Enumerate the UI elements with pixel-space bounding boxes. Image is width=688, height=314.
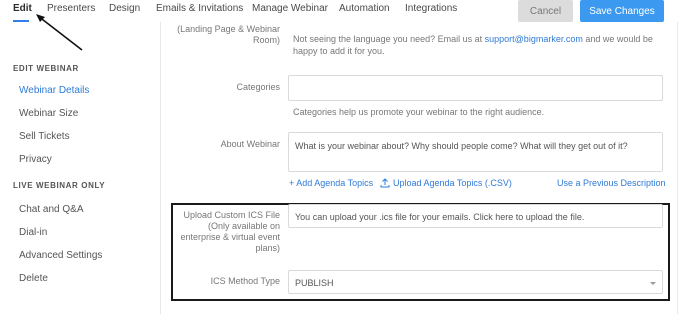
ics-file-label-line-2: (Only available on <box>207 221 280 231</box>
language-label: (Landing Page & Webinar Room) <box>177 24 280 46</box>
top-navigation: Edit Presenters Design Emails & Invitati… <box>0 0 688 22</box>
sidebar-item-sell-tickets[interactable]: Sell Tickets <box>19 131 70 142</box>
ics-file-label-line-4: plans) <box>255 243 280 253</box>
language-help: Not seeing the language you need? Email … <box>293 33 653 57</box>
tab-integrations[interactable]: Integrations <box>405 3 457 14</box>
sidebar-section-live-webinar-only: LIVE WEBINAR ONLY <box>13 181 106 190</box>
add-agenda-topics-link[interactable]: + Add Agenda Topics <box>289 178 373 188</box>
tab-automation[interactable]: Automation <box>339 3 390 14</box>
ics-file-upload-text: You can upload your .ics file for your e… <box>295 212 585 222</box>
language-label-line-2: Room) <box>252 35 280 45</box>
sidebar: EDIT WEBINAR Webinar Details Webinar Siz… <box>0 22 160 314</box>
categories-input[interactable] <box>288 75 663 101</box>
sidebar-section-edit-webinar: EDIT WEBINAR <box>13 64 79 73</box>
sidebar-item-webinar-details[interactable]: Webinar Details <box>19 85 89 96</box>
ics-file-label-line-1: Upload Custom ICS File <box>183 210 280 220</box>
upload-icon <box>380 178 390 188</box>
categories-label: Categories <box>236 82 280 92</box>
support-email-link[interactable]: support@bigmarker.com <box>485 34 583 44</box>
ics-method-select[interactable]: PUBLISH <box>288 270 663 294</box>
language-help-text-2: and we would be <box>585 34 653 44</box>
tab-emails-invitations[interactable]: Emails & Invitations <box>156 3 243 14</box>
language-help-line-1: Not seeing the language you need? Email … <box>293 33 653 45</box>
cancel-button[interactable]: Cancel <box>518 0 573 22</box>
about-webinar-placeholder: What is your webinar about? Why should p… <box>295 141 628 151</box>
ics-method-value: PUBLISH <box>295 278 334 288</box>
language-label-line-1: (Landing Page & Webinar <box>177 24 280 34</box>
about-webinar-textarea[interactable]: What is your webinar about? Why should p… <box>288 132 663 172</box>
ics-file-label-line-3: enterprise & virtual event <box>180 232 280 242</box>
about-webinar-label: About Webinar <box>220 139 280 149</box>
ics-method-label: ICS Method Type <box>210 276 280 286</box>
tab-design[interactable]: Design <box>109 3 140 14</box>
sidebar-item-advanced-settings[interactable]: Advanced Settings <box>19 250 102 261</box>
sidebar-item-chat-qa[interactable]: Chat and Q&A <box>19 204 83 215</box>
save-changes-button[interactable]: Save Changes <box>580 0 664 22</box>
categories-help: Categories help us promote your webinar … <box>293 107 545 117</box>
language-help-line-2: happy to add it for you. <box>293 46 385 56</box>
language-help-text: Not seeing the language you need? Email … <box>293 34 483 44</box>
ics-file-upload-field[interactable]: You can upload your .ics file for your e… <box>288 204 663 228</box>
chevron-down-icon <box>650 282 656 285</box>
sidebar-item-delete[interactable]: Delete <box>19 273 48 284</box>
upload-agenda-topics-link[interactable]: Upload Agenda Topics (.CSV) <box>393 178 512 188</box>
sidebar-item-webinar-size[interactable]: Webinar Size <box>19 108 78 119</box>
sidebar-item-privacy[interactable]: Privacy <box>19 154 52 165</box>
sidebar-item-dial-in[interactable]: Dial-in <box>19 227 47 238</box>
ics-file-label: Upload Custom ICS File (Only available o… <box>180 210 280 254</box>
use-previous-description-link[interactable]: Use a Previous Description <box>557 178 666 188</box>
tab-manage-webinar[interactable]: Manage Webinar <box>252 3 328 14</box>
